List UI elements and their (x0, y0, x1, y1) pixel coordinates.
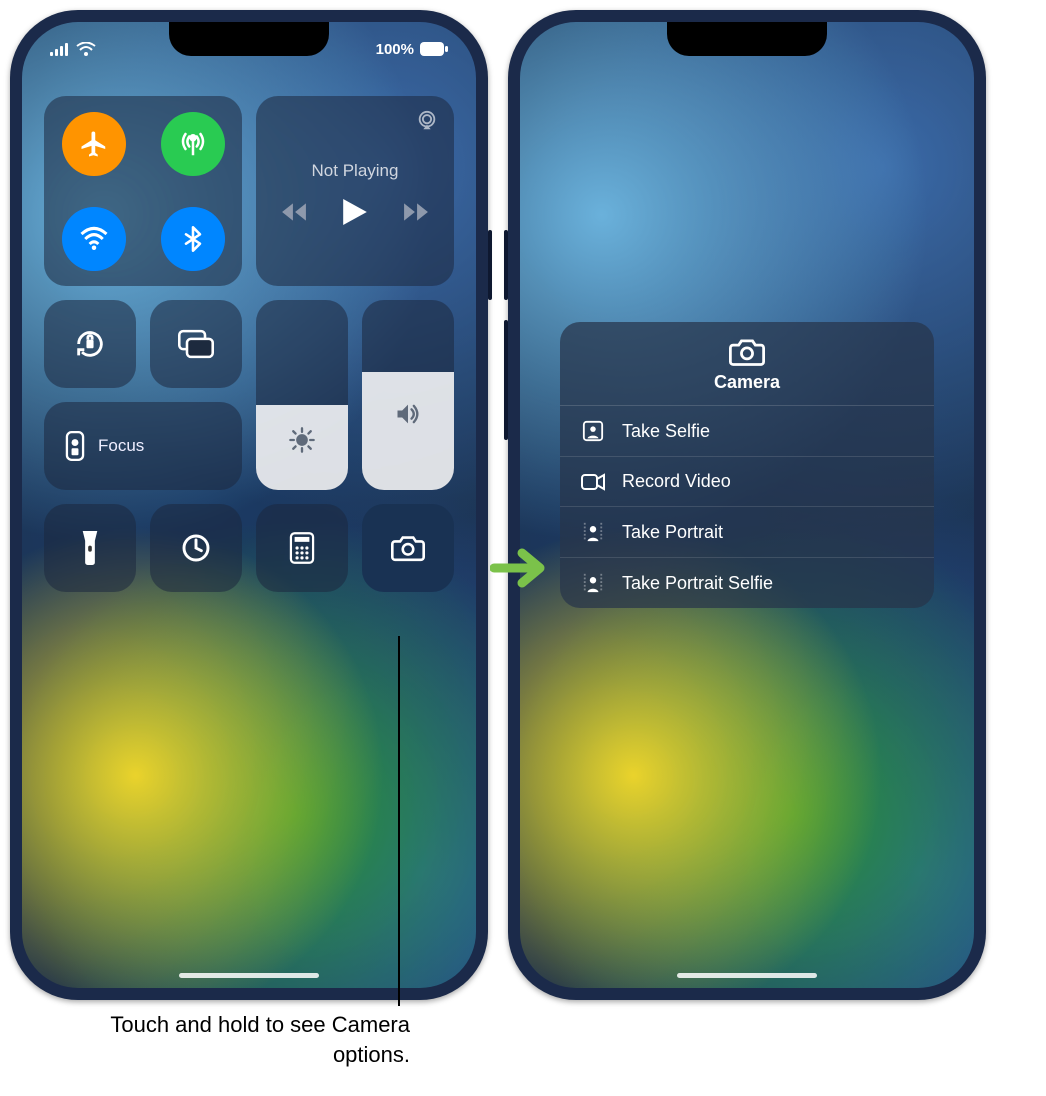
media-module[interactable]: Not Playing (256, 96, 454, 286)
camera-menu-header[interactable]: Camera (560, 322, 934, 406)
portrait-icon (580, 521, 606, 543)
orientation-lock-toggle[interactable] (44, 300, 136, 388)
notch (169, 22, 329, 56)
connectivity-module[interactable] (44, 96, 242, 286)
camera-menu-title: Camera (714, 372, 780, 393)
calculator-icon (289, 532, 315, 564)
media-state: Not Playing (312, 161, 399, 181)
bluetooth-icon (179, 225, 207, 253)
brightness-slider[interactable] (256, 300, 348, 490)
bluetooth-toggle[interactable] (161, 207, 225, 271)
focus-button[interactable]: Focus (44, 402, 242, 490)
menu-item-label: Take Selfie (622, 421, 710, 442)
airplane-icon (79, 129, 109, 159)
orientation-lock-icon (73, 327, 107, 361)
forward-button[interactable] (403, 202, 429, 222)
menu-item-record-video[interactable]: Record Video (560, 457, 934, 507)
wifi-icon (79, 224, 109, 254)
screen: Camera Take Selfie Record Video Take Por… (520, 22, 974, 988)
camera-context-menu: Camera Take Selfie Record Video Take Por… (560, 322, 934, 608)
airplane-mode-toggle[interactable] (62, 112, 126, 176)
camera-icon (391, 534, 425, 562)
arrow-icon (490, 545, 548, 591)
camera-button[interactable] (362, 504, 454, 592)
focus-label: Focus (98, 436, 144, 456)
home-indicator[interactable] (179, 973, 319, 978)
notch (667, 22, 827, 56)
cellular-data-toggle[interactable] (161, 112, 225, 176)
rewind-button[interactable] (281, 202, 307, 222)
menu-item-label: Take Portrait Selfie (622, 573, 773, 594)
wifi-status-icon (76, 42, 96, 56)
battery-icon (420, 42, 448, 56)
timer-icon (180, 532, 212, 564)
callout-leader (398, 636, 400, 1006)
menu-item-take-portrait[interactable]: Take Portrait (560, 507, 934, 558)
phone-control-center: 100% (10, 10, 488, 1000)
callout-text: Touch and hold to see Camera options. (110, 1010, 410, 1069)
menu-item-take-portrait-selfie[interactable]: Take Portrait Selfie (560, 558, 934, 608)
home-indicator[interactable] (677, 973, 817, 978)
menu-item-label: Record Video (622, 471, 731, 492)
selfie-icon (580, 420, 606, 442)
video-icon (580, 473, 606, 491)
cellular-signal-icon (50, 42, 70, 56)
battery-percent: 100% (376, 41, 414, 58)
screen-mirroring-button[interactable] (150, 300, 242, 388)
airplay-icon[interactable] (416, 110, 438, 132)
volume-icon (394, 400, 422, 428)
control-center-grid: Not Playing (44, 96, 454, 592)
antenna-icon (178, 129, 208, 159)
focus-icon (62, 431, 88, 461)
phone-camera-menu: Camera Take Selfie Record Video Take Por… (508, 10, 986, 1000)
menu-item-label: Take Portrait (622, 522, 723, 543)
play-button[interactable] (343, 199, 367, 225)
brightness-icon (288, 426, 316, 454)
volume-slider[interactable] (362, 300, 454, 490)
calculator-button[interactable] (256, 504, 348, 592)
timer-button[interactable] (150, 504, 242, 592)
flashlight-icon (79, 531, 101, 565)
camera-icon (729, 338, 765, 366)
wifi-toggle[interactable] (62, 207, 126, 271)
screen: 100% (22, 22, 476, 988)
flashlight-button[interactable] (44, 504, 136, 592)
portrait-selfie-icon (580, 572, 606, 594)
menu-item-take-selfie[interactable]: Take Selfie (560, 406, 934, 457)
screen-mirroring-icon (178, 329, 214, 359)
